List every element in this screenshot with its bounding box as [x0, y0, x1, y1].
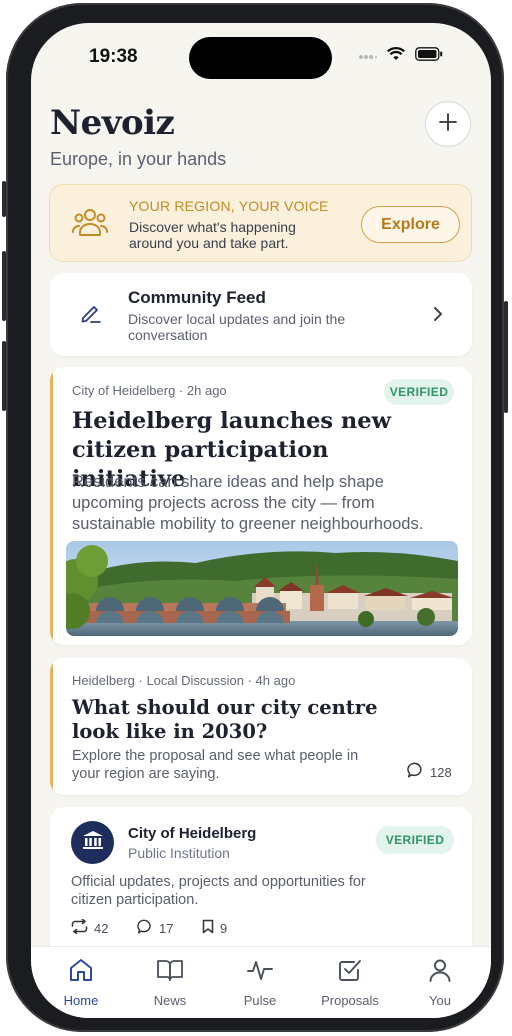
- add-button[interactable]: [425, 101, 471, 147]
- tab-pulse[interactable]: Pulse: [220, 957, 300, 1008]
- region-banner: YOUR REGION, YOUR VOICE Discover what's …: [49, 184, 472, 262]
- tab-home-label: Home: [63, 993, 99, 1008]
- region-text: Discover what's happening around you and…: [129, 219, 296, 251]
- signal-icon: [359, 48, 377, 66]
- wifi-icon: [387, 47, 405, 66]
- screen: 19:38 Nevoiz Europe, in your hands YOUR …: [31, 23, 491, 1018]
- tab-you[interactable]: You: [400, 957, 480, 1008]
- pulse-icon: [246, 957, 274, 988]
- post-source: City of Heidelberg: [72, 383, 176, 398]
- status-time: 19:38: [89, 46, 138, 67]
- post-meta: City of Heidelberg · 2h ago: [72, 383, 227, 398]
- discussion-body: Explore the proposal and see what people…: [72, 748, 359, 782]
- user-icon: [427, 957, 453, 988]
- repost-count: 42: [94, 920, 109, 936]
- app-subtitle: Europe, in your hands: [50, 149, 227, 169]
- region-eyebrow: YOUR REGION, YOUR VOICE: [129, 198, 329, 214]
- comment-count[interactable]: 128: [407, 762, 452, 782]
- repost-button[interactable]: 42: [71, 918, 109, 937]
- institution-name: City of Heidelberg: [128, 825, 257, 842]
- home-icon: [68, 957, 94, 988]
- tab-pulse-label: Pulse: [243, 993, 277, 1008]
- post-body: Residents can share ideas and help shape…: [72, 473, 424, 533]
- tab-home[interactable]: Home: [41, 957, 121, 1008]
- bookmark-icon: [202, 919, 214, 937]
- repost-icon: [71, 918, 88, 937]
- comment-icon: [407, 762, 424, 782]
- checkbox-icon: [337, 957, 363, 988]
- community-feed-card[interactable]: Community Feed Discover local updates an…: [50, 273, 472, 356]
- tab-you-label: You: [429, 993, 451, 1008]
- discussion-card[interactable]: Heidelberg · Local Discussion · 4h ago W…: [50, 658, 472, 795]
- save-button[interactable]: 9: [202, 919, 227, 937]
- app-title: Nevoiz: [50, 103, 175, 143]
- institution-card[interactable]: City of Heidelberg Public Institution VE…: [50, 807, 472, 957]
- tab-proposals-label: Proposals: [321, 993, 379, 1008]
- save-count: 9: [220, 920, 228, 936]
- pencil-icon: [80, 302, 102, 329]
- power-button: [504, 301, 508, 413]
- volume-up-button: [2, 251, 6, 321]
- action-button: [2, 181, 6, 217]
- discussion-time: 4h ago: [255, 673, 296, 688]
- tab-bar: Home News Pulse Proposals You: [31, 946, 491, 1018]
- verified-badge: VERIFIED: [384, 379, 454, 405]
- plus-icon: [438, 112, 458, 137]
- dynamic-island: [189, 37, 332, 79]
- feed-description: Discover local updates and join the conv…: [128, 311, 346, 343]
- post-card[interactable]: City of Heidelberg · 2h ago VERIFIED Hei…: [50, 367, 472, 645]
- heidelberg-photo: [66, 541, 458, 636]
- discussion-meta: Heidelberg · Local Discussion · 4h ago: [72, 673, 296, 688]
- institution-type: Public Institution: [128, 845, 230, 861]
- comment-count-value: 128: [430, 764, 452, 780]
- institution-verified-badge: VERIFIED: [376, 826, 454, 854]
- tab-proposals[interactable]: Proposals: [310, 957, 390, 1008]
- discussion-source: Heidelberg: [72, 673, 135, 688]
- feed-title: Community Feed: [128, 288, 266, 307]
- institution-logo: [71, 821, 114, 864]
- book-icon: [156, 957, 184, 988]
- institution-comment-count: 17: [159, 921, 174, 936]
- explore-button[interactable]: Explore: [361, 206, 460, 243]
- phone-frame: 19:38 Nevoiz Europe, in your hands YOUR …: [2, 3, 508, 1032]
- discussion-category: Local Discussion: [146, 673, 244, 688]
- chevron-right-icon: [433, 306, 443, 327]
- institution-comment-button[interactable]: 17: [137, 919, 173, 938]
- people-icon: [72, 207, 108, 242]
- institution-description: Official updates, projects and opportuni…: [71, 874, 366, 908]
- discussion-headline: What should our city centre look like in…: [72, 696, 378, 743]
- post-time: 2h ago: [186, 383, 227, 398]
- comment-icon: [137, 919, 153, 938]
- status-icons: [359, 47, 443, 66]
- battery-icon: [415, 47, 443, 66]
- tab-news-label: News: [153, 993, 187, 1008]
- volume-down-button: [2, 341, 6, 411]
- tab-news[interactable]: News: [130, 957, 210, 1008]
- building-icon: [82, 830, 104, 855]
